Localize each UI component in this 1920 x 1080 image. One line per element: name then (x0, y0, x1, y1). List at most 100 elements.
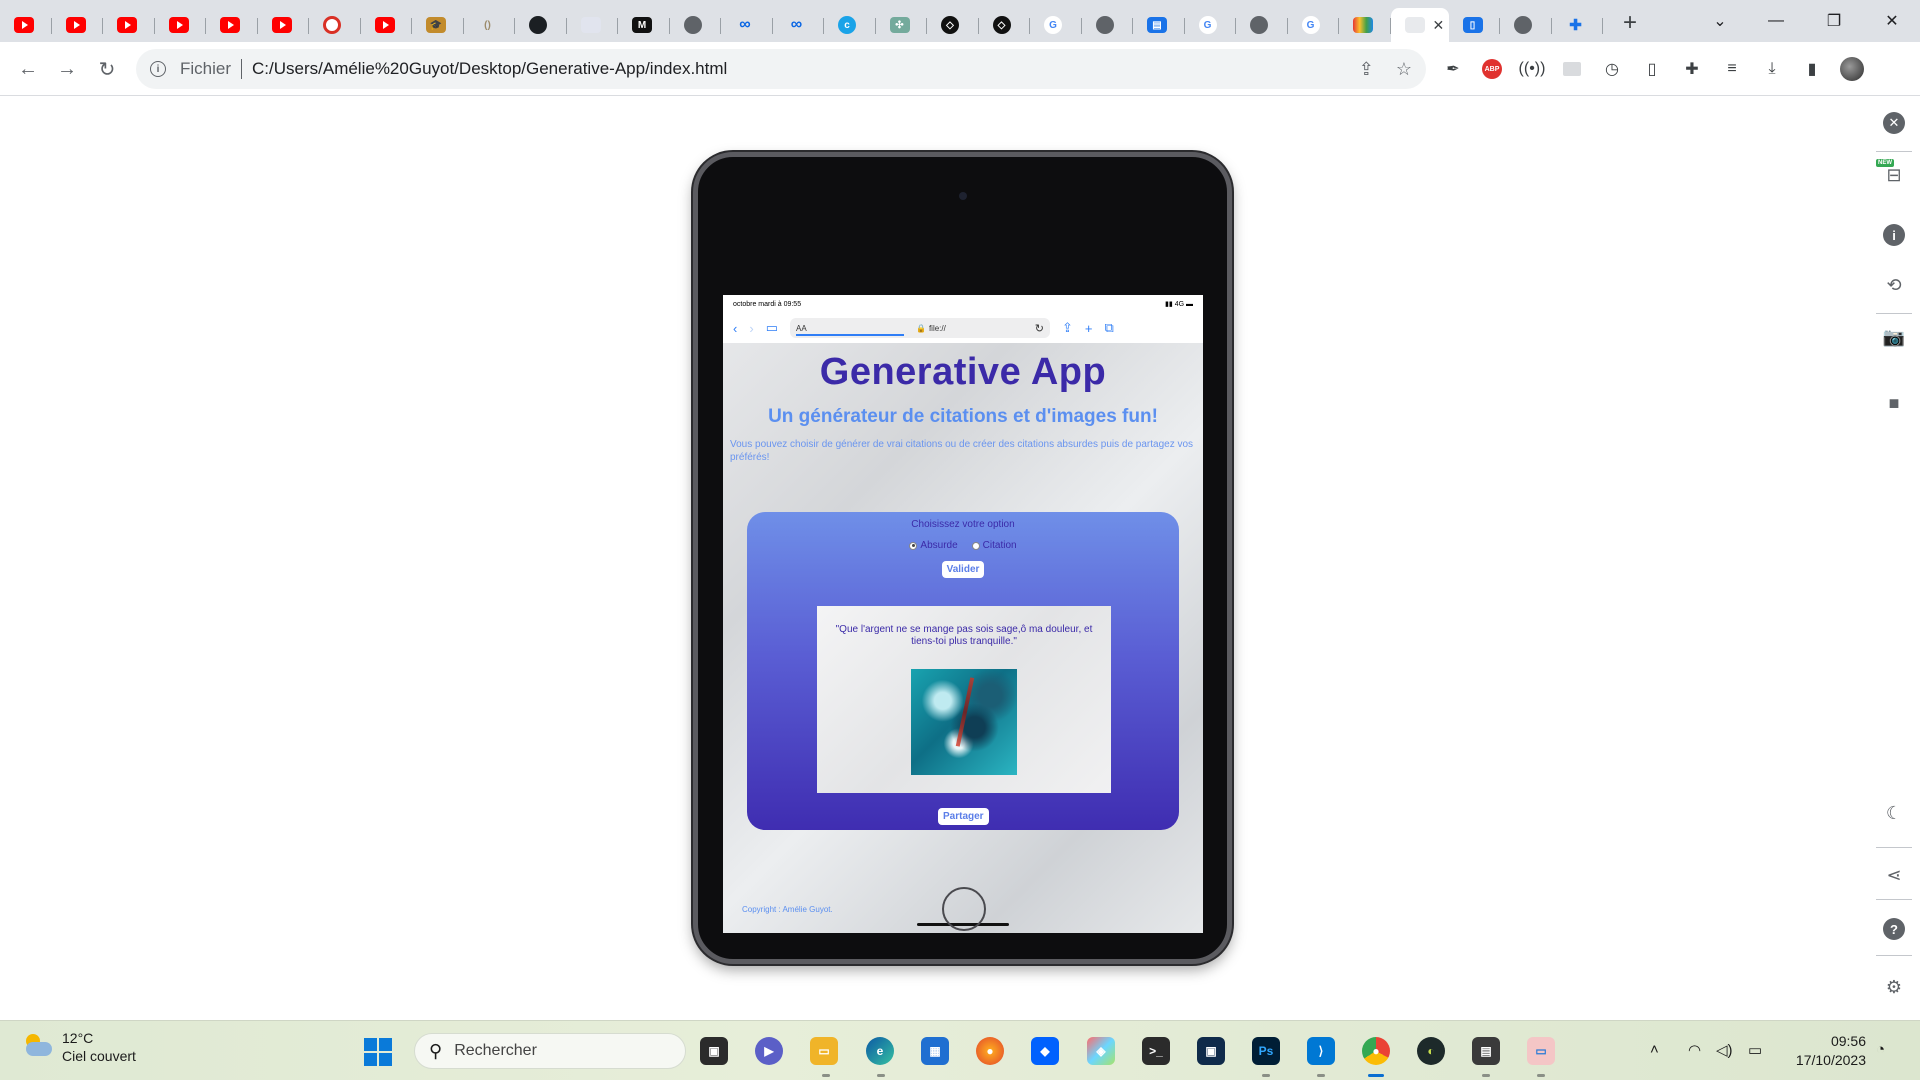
browser-tab[interactable]: ▯ (1449, 8, 1501, 42)
side-panel-icon[interactable]: ▮ (1800, 57, 1824, 81)
browser-tab[interactable] (155, 8, 207, 42)
browser-tab[interactable] (309, 8, 361, 42)
reload-icon[interactable]: ↻ (93, 55, 121, 83)
photoshop-icon[interactable]: Ps (1252, 1037, 1280, 1065)
share-icon[interactable]: ⇪ (1359, 59, 1374, 80)
partager-button[interactable]: Partager (938, 808, 989, 825)
browser-tab[interactable]: G (1185, 8, 1237, 42)
radio-absurde-dot[interactable] (909, 541, 918, 550)
url-text[interactable]: C:/Users/Amélie%20Guyot/Desktop/Generati… (252, 59, 727, 79)
avatar[interactable] (1840, 57, 1864, 81)
extension-device-icon[interactable]: ▯ (1640, 57, 1664, 81)
terminal-icon[interactable]: >_ (1142, 1037, 1170, 1065)
browser-tab[interactable] (1500, 8, 1552, 42)
browser-tab[interactable] (258, 8, 310, 42)
media-control-icon[interactable]: ≡ (1720, 57, 1744, 81)
browser-tab[interactable]: ◇ (927, 8, 979, 42)
dropbox-icon[interactable]: ◆ (1031, 1037, 1059, 1065)
browser-tab[interactable]: ∞ (773, 8, 825, 42)
task-view-icon[interactable]: ▣ (700, 1037, 728, 1065)
maximize-button[interactable]: ❐ (1806, 0, 1862, 42)
store-icon[interactable]: ▦ (921, 1037, 949, 1065)
browser-tab[interactable] (361, 8, 413, 42)
extensions-puzzle-icon[interactable]: ✚ (1680, 57, 1704, 81)
minimize-button[interactable]: — (1748, 0, 1804, 42)
rotate-icon[interactable]: ⟲ (1882, 273, 1906, 297)
browser-tab[interactable] (1236, 8, 1288, 42)
extension-clock-icon[interactable]: ◷ (1600, 57, 1624, 81)
address-bar[interactable]: i Fichier C:/Users/Amélie%20Guyot/Deskto… (136, 49, 1426, 89)
start-button[interactable] (364, 1038, 392, 1066)
notification-icon[interactable]: ◔ (1876, 1041, 1885, 1058)
file-explorer-icon[interactable]: ▭ (810, 1037, 838, 1065)
browser-tab[interactable] (1082, 8, 1134, 42)
gitkraken-icon[interactable]: ◈ (1087, 1037, 1115, 1065)
bookmark-star-icon[interactable]: ☆ (1396, 59, 1412, 80)
browser-tab[interactable] (103, 8, 155, 42)
browser-tab[interactable]: ✕ (1390, 8, 1449, 42)
radio-citation[interactable]: Citation (971, 540, 1017, 551)
share-nodes-icon[interactable]: ⋖ (1882, 863, 1906, 887)
browser-tab[interactable]: G (1288, 8, 1340, 42)
close-tab-icon[interactable]: ✕ (1433, 17, 1445, 34)
close-window-button[interactable]: ✕ (1864, 0, 1920, 42)
vscode-icon[interactable]: ⟩ (1307, 1037, 1335, 1065)
extension-grey-icon[interactable] (1560, 57, 1584, 81)
browser-tab[interactable] (670, 8, 722, 42)
browser-tab[interactable]: () (464, 8, 516, 42)
browser-tab[interactable]: ✣ (876, 8, 928, 42)
forward-icon[interactable]: → (53, 55, 81, 83)
tray-chevron-icon[interactable]: ˄ (1650, 1041, 1659, 1058)
safari-forward-icon[interactable]: › (749, 321, 753, 336)
app-circle-icon[interactable]: ◐ (1417, 1037, 1445, 1065)
wifi-icon[interactable]: ◠ (1688, 1041, 1701, 1059)
browser-tab[interactable]: ∞ (721, 8, 773, 42)
app-archive-icon[interactable]: ▤ (1472, 1037, 1500, 1065)
remote-desktop-icon[interactable]: ▭ (1527, 1037, 1555, 1065)
volume-icon[interactable]: ◁) (1716, 1041, 1733, 1059)
dark-mode-icon[interactable]: ☾ (1882, 801, 1906, 825)
browser-tab[interactable]: M (618, 8, 670, 42)
browser-tab[interactable] (0, 8, 52, 42)
help-icon[interactable]: ? (1882, 917, 1906, 941)
browser-tab[interactable] (515, 8, 567, 42)
video-icon[interactable]: ■ (1882, 391, 1906, 415)
radio-absurde[interactable]: Absurde (909, 540, 958, 551)
info-circle-icon[interactable]: i (1882, 223, 1906, 247)
teams-icon[interactable]: ▶ (755, 1037, 783, 1065)
safari-bookmarks-icon[interactable]: ▭ (766, 320, 778, 336)
safari-back-icon[interactable]: ‹ (733, 321, 737, 336)
system-clock[interactable]: 09:56 17/10/2023 (1786, 1032, 1866, 1070)
home-button[interactable] (942, 887, 986, 931)
radio-citation-dot[interactable] (971, 541, 980, 550)
info-icon[interactable]: i (150, 61, 166, 77)
new-tab-button[interactable]: + (1611, 4, 1649, 42)
app-icon[interactable]: ▣ (1197, 1037, 1225, 1065)
back-icon[interactable]: ← (14, 55, 42, 83)
tab-search-button[interactable]: ⌄ (1692, 0, 1748, 42)
eyedropper-icon[interactable]: ✒ (1441, 57, 1465, 81)
browser-tab[interactable] (52, 8, 104, 42)
broadcast-icon[interactable]: ((•)) (1519, 57, 1546, 81)
browser-tab[interactable] (567, 8, 619, 42)
valider-button[interactable]: Valider (941, 561, 985, 578)
download-icon[interactable]: ⤓ (1760, 57, 1784, 81)
edge-icon[interactable]: e (866, 1037, 894, 1065)
safari-address-bar[interactable]: AA 🔒 file:// ↻ (789, 318, 1050, 338)
chrome-icon[interactable]: ● (1362, 1037, 1390, 1065)
weather-widget[interactable]: 12°C Ciel couvert (22, 1029, 136, 1065)
adblock-icon[interactable]: ABP (1480, 57, 1504, 81)
firefox-icon[interactable]: ● (976, 1037, 1004, 1065)
safari-aa-button[interactable]: AA (795, 321, 904, 336)
browser-tab[interactable]: 🎓 (412, 8, 464, 42)
safari-reload-icon[interactable]: ↻ (1035, 322, 1044, 335)
browser-tab[interactable] (206, 8, 258, 42)
camera-icon[interactable]: 📷 (1882, 325, 1906, 349)
device-new-icon[interactable]: NEW ⊟ (1876, 159, 1906, 187)
safari-add-tab-icon[interactable]: + (1085, 321, 1093, 336)
browser-tab[interactable]: ✚ (1552, 8, 1604, 42)
taskbar-search[interactable]: ⚲ Rechercher (414, 1033, 686, 1069)
browser-tab[interactable]: c (824, 8, 876, 42)
safari-share-icon[interactable]: ⇪ (1062, 320, 1073, 336)
close-circle-icon[interactable]: ✕ (1882, 111, 1906, 135)
